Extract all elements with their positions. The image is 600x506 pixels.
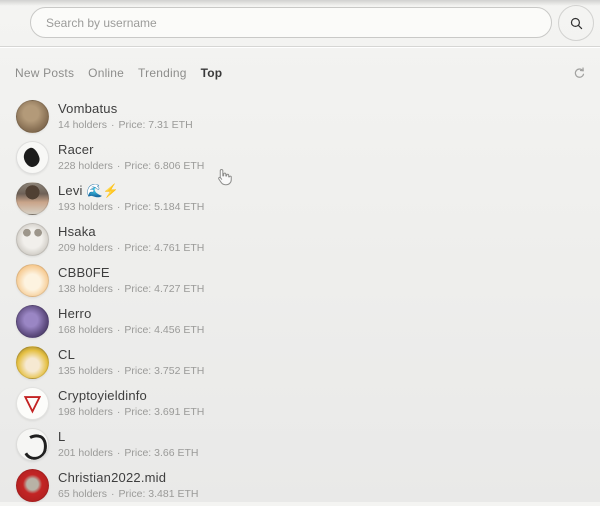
price-label: Price: 3.691 ETH (124, 405, 204, 419)
username: Levi 🌊⚡ (58, 183, 204, 199)
list-item[interactable]: CBB0FE 138 holders · Price: 4.727 ETH (0, 260, 600, 301)
list-item[interactable]: Racer 228 holders · Price: 6.806 ETH (0, 137, 600, 178)
holders-count: 65 holders (58, 487, 107, 501)
holders-count: 135 holders (58, 364, 113, 378)
holders-count: 14 holders (58, 118, 107, 132)
username: Herro (58, 306, 204, 322)
meta-separator: · (117, 282, 121, 296)
meta-separator: · (117, 200, 121, 214)
price-label: Price: 5.184 ETH (124, 200, 204, 214)
avatar-white-wolf-art (16, 223, 49, 256)
price-label: Price: 4.456 ETH (124, 323, 204, 337)
holders-count: 198 holders (58, 405, 113, 419)
refresh-icon (572, 66, 587, 81)
holders-count: 209 holders (58, 241, 113, 255)
list-item[interactable]: Christian2022.mid 65 holders · Price: 3.… (0, 465, 600, 506)
avatar-statue-on-red (16, 469, 49, 502)
list-item[interactable]: Levi 🌊⚡ 193 holders · Price: 5.184 ETH (0, 178, 600, 219)
list-item[interactable]: Hsaka 209 holders · Price: 4.761 ETH (0, 219, 600, 260)
meta-separator: · (117, 405, 121, 419)
avatar-purple-anime-art (16, 305, 49, 338)
meta-separator: · (117, 241, 121, 255)
price-label: Price: 7.31 ETH (119, 118, 193, 132)
username: Racer (58, 142, 204, 158)
username: CL (58, 347, 204, 363)
username: Hsaka (58, 224, 204, 240)
tab-online[interactable]: Online (88, 66, 124, 80)
top-edge-shading (0, 0, 600, 6)
avatar-man-portrait-photo (16, 182, 49, 215)
tab-trending[interactable]: Trending (138, 66, 187, 80)
search-button[interactable] (558, 5, 594, 41)
avatar-black-ink-horse (16, 141, 49, 174)
holders-count: 228 holders (58, 159, 113, 173)
feed-tabs: New Posts Online Trending Top (15, 64, 222, 82)
meta-separator: · (117, 323, 121, 337)
price-label: Price: 3.752 ETH (124, 364, 204, 378)
price-label: Price: 3.66 ETH (124, 446, 198, 460)
avatar-glyph: ▽ (24, 393, 40, 414)
username: CBB0FE (58, 265, 204, 281)
search-icon (568, 15, 585, 32)
list-item[interactable]: Vombatus 14 holders · Price: 7.31 ETH (0, 96, 600, 137)
search-input[interactable] (30, 7, 552, 38)
avatar-yellow-hat-anime-art (16, 346, 49, 379)
price-label: Price: 3.481 ETH (119, 487, 199, 501)
price-label: Price: 4.761 ETH (124, 241, 204, 255)
meta-separator: · (117, 364, 121, 378)
tab-new-posts[interactable]: New Posts (15, 66, 74, 80)
price-label: Price: 6.806 ETH (124, 159, 204, 173)
username: Vombatus (58, 101, 193, 117)
username: Cryptoyieldinfo (58, 388, 204, 404)
header-divider (0, 46, 600, 47)
avatar-red-triangle-logo: ▽ (16, 387, 49, 420)
list-item[interactable]: L 201 holders · Price: 3.66 ETH (0, 424, 600, 465)
meta-separator: · (117, 159, 121, 173)
holders-count: 138 holders (58, 282, 113, 296)
username: L (58, 429, 199, 445)
avatar-orange-cartoon-art (16, 264, 49, 297)
username: Christian2022.mid (58, 470, 199, 486)
avatar-wombat-photo (16, 100, 49, 133)
meta-separator: · (111, 118, 115, 132)
price-label: Price: 4.727 ETH (124, 282, 204, 296)
holders-count: 193 holders (58, 200, 113, 214)
avatar-bw-manga-sketch (16, 428, 49, 461)
user-list: Vombatus 14 holders · Price: 7.31 ETH Ra… (0, 96, 600, 506)
list-item[interactable]: CL 135 holders · Price: 3.752 ETH (0, 342, 600, 383)
list-item[interactable]: ▽ Cryptoyieldinfo 198 holders · Price: 3… (0, 383, 600, 424)
list-item[interactable]: Herro 168 holders · Price: 4.456 ETH (0, 301, 600, 342)
meta-separator: · (111, 487, 115, 501)
meta-separator: · (117, 446, 121, 460)
tab-top[interactable]: Top (201, 66, 223, 80)
holders-count: 201 holders (58, 446, 113, 460)
refresh-button[interactable] (566, 60, 592, 86)
holders-count: 168 holders (58, 323, 113, 337)
